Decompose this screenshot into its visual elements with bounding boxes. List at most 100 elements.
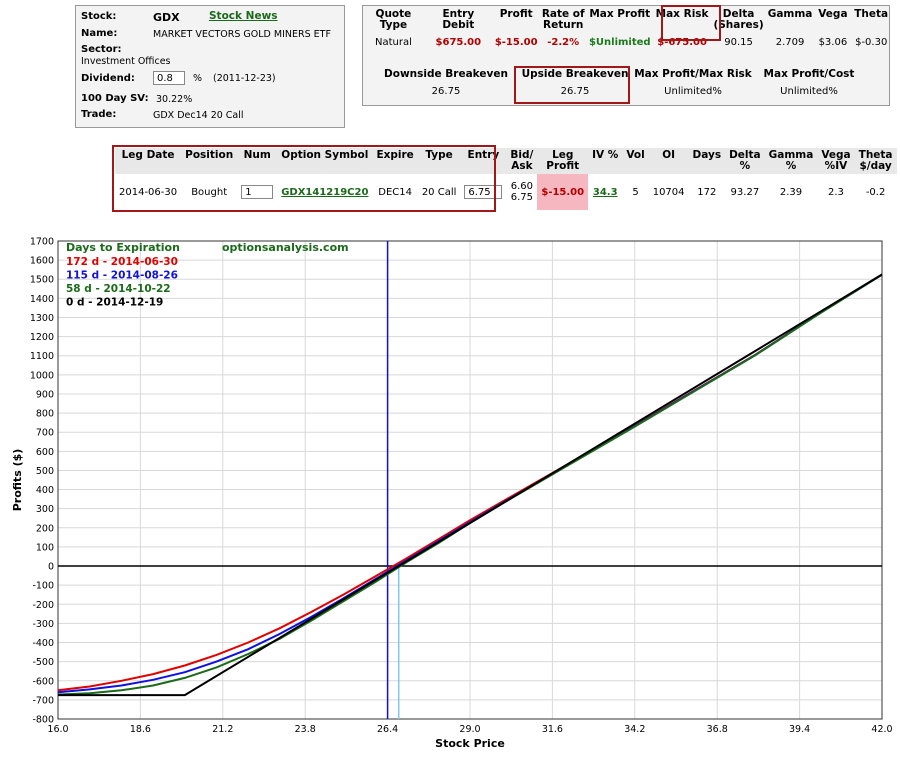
iv-link[interactable]: 34.3 <box>593 187 618 198</box>
upside-breakeven-highlight <box>514 66 630 104</box>
hdr-gamma: Gamma <box>767 8 813 20</box>
hdr-entry-debit: Entry Debit <box>442 8 475 31</box>
hdr-max-profit: Max Profit <box>589 8 651 20</box>
stock-info-panel: Stock: GDX Stock News Name: MARKET VECTO… <box>75 5 345 128</box>
y-tick-label: 1400 <box>30 294 54 305</box>
hdr-leg-profit: Leg Profit <box>537 148 589 174</box>
dividend-label: Dividend: <box>81 73 135 84</box>
name-label: Name: <box>81 28 118 39</box>
y-tick-label: -600 <box>32 676 54 687</box>
quote-table: Quote Type Entry Debit Profit Rate of Re… <box>363 8 891 49</box>
x-tick-label: 42.0 <box>871 724 892 735</box>
y-tick-label: 1300 <box>30 313 54 324</box>
y-tick-label: -300 <box>32 619 54 630</box>
y-tick-label: 300 <box>36 504 54 515</box>
y-tick-label: -700 <box>32 695 54 706</box>
stock-symbol: GDX <box>153 11 180 24</box>
stock-label: Stock: <box>81 11 117 22</box>
y-tick-label: 1600 <box>30 256 54 267</box>
hdr-profit: Profit <box>499 8 533 20</box>
max-profit-value: $Unlimited <box>588 37 651 48</box>
x-tick-label: 36.8 <box>707 724 728 735</box>
gamma-cell: 2.39 <box>779 186 803 198</box>
oi-cell: 10704 <box>652 186 685 198</box>
gamma-value: 2.709 <box>775 37 805 48</box>
hdr-max-profit-max-risk: Max Profit/Max Risk <box>634 68 752 80</box>
x-tick-label: 29.0 <box>459 724 480 735</box>
hdr-rate-of-return: Rate of Return <box>541 8 585 31</box>
hdr-theta-day: Theta $/day <box>854 148 897 174</box>
bid-value: 6.60 <box>510 181 533 192</box>
y-tick-label: 1500 <box>30 275 54 286</box>
y-tick-label: 800 <box>36 409 54 420</box>
hdr-vega: Vega <box>818 8 848 20</box>
x-tick-label: 39.4 <box>789 724 810 735</box>
y-axis-label: Profits ($) <box>11 449 24 512</box>
hdr-quote-type: Quote Type <box>375 8 412 31</box>
y-tick-label: -400 <box>32 638 54 649</box>
hdr-delta-pct: Delta % <box>725 148 765 174</box>
y-tick-label: 0 <box>48 562 54 573</box>
legend-entry: 115 d - 2014-08-26 <box>66 270 178 282</box>
dividend-input[interactable]: 0.8 <box>153 71 185 85</box>
hdr-vega-iv: Vega %IV <box>817 148 855 174</box>
hdr-downside-breakeven: Downside Breakeven <box>384 68 508 80</box>
trade-value: GDX Dec14 20 Call <box>153 110 244 121</box>
leg-highlight <box>112 145 496 212</box>
profit-value: $-15.00 <box>494 37 538 48</box>
theta-value: $-0.30 <box>855 37 888 48</box>
x-tick-label: 26.4 <box>377 724 398 735</box>
y-tick-label: 700 <box>36 428 54 439</box>
y-tick-label: 100 <box>36 542 54 553</box>
sector-label: Sector: <box>81 44 122 55</box>
trade-label: Trade: <box>81 109 117 120</box>
theta-cell: -0.2 <box>865 186 886 198</box>
downside-breakeven-value: 26.75 <box>431 86 461 97</box>
x-tick-label: 31.6 <box>542 724 563 735</box>
x-tick-label: 34.2 <box>624 724 645 735</box>
hdr-bid-ask: Bid/ Ask <box>506 148 538 174</box>
hdr-theta: Theta <box>854 8 889 20</box>
legend-entry: 58 d - 2014-10-22 <box>66 283 171 295</box>
sv-value: 30.22% <box>156 94 193 105</box>
x-tick-label: 18.6 <box>130 724 151 735</box>
x-tick-label: 21.2 <box>212 724 233 735</box>
legend-entry: 172 d - 2014-06-30 <box>66 256 178 268</box>
y-tick-label: 500 <box>36 466 54 477</box>
vega-cell: 2.3 <box>828 186 844 198</box>
y-tick-label: 600 <box>36 447 54 458</box>
dividend-date: (2011-12-23) <box>213 73 276 84</box>
dividend-unit: % <box>193 73 203 84</box>
hdr-days: Days <box>688 148 726 174</box>
leg-profit-cell: $-15.00 <box>537 174 589 210</box>
y-tick-label: 1700 <box>30 237 54 248</box>
stock-news-link[interactable]: Stock News <box>209 10 278 22</box>
ask-value: 6.75 <box>510 192 533 203</box>
y-tick-label: 900 <box>36 389 54 400</box>
y-tick-label: 200 <box>36 523 54 534</box>
watermark-text: optionsanalysis.com <box>222 241 349 254</box>
max-risk-highlight <box>661 5 721 41</box>
hdr-iv: IV % <box>588 148 623 174</box>
y-tick-label: -200 <box>32 600 54 611</box>
y-tick-label: 1200 <box>30 332 54 343</box>
entry-debit-value: $675.00 <box>435 37 482 48</box>
hdr-max-profit-cost: Max Profit/Cost <box>763 68 855 80</box>
x-axis-label: Stock Price <box>435 737 505 750</box>
stock-name: MARKET VECTORS GOLD MINERS ETF <box>153 29 331 40</box>
vol-cell: 5 <box>632 186 639 198</box>
quote-type-value: Natural <box>374 37 412 48</box>
x-tick-label: 23.8 <box>295 724 316 735</box>
hdr-oi: OI <box>648 148 689 174</box>
rate-of-return-value: -2.2% <box>547 37 580 48</box>
legend-entry: 0 d - 2014-12-19 <box>66 297 163 309</box>
profit-chart: -800-700-600-500-400-300-200-10001002003… <box>11 237 893 751</box>
y-tick-label: 400 <box>36 485 54 496</box>
y-tick-label: 1100 <box>30 351 54 362</box>
hdr-gamma-pct: Gamma % <box>764 148 818 174</box>
x-tick-label: 16.0 <box>47 724 68 735</box>
vega-value: $3.06 <box>818 37 848 48</box>
max-profit-max-risk-value: Unlimited% <box>664 86 722 97</box>
y-tick-label: 1000 <box>30 370 54 381</box>
y-tick-label: -500 <box>32 657 54 668</box>
